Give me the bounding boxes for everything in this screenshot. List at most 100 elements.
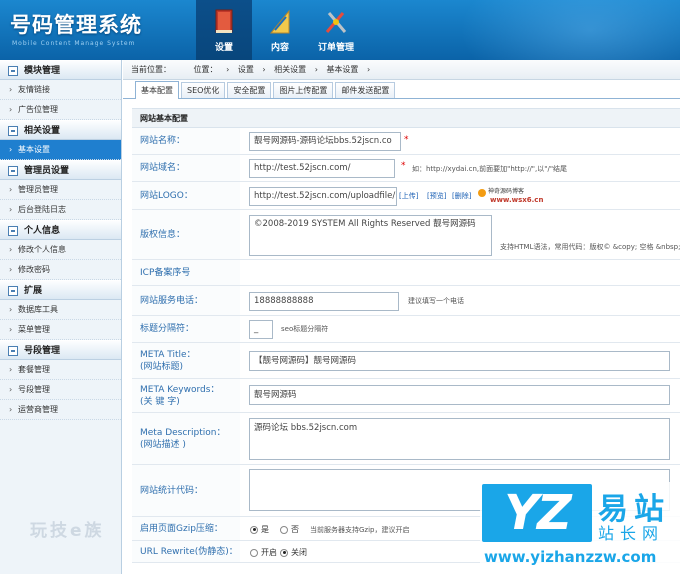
required-mark: *	[404, 135, 409, 145]
sidebar-group-profile[interactable]: 个人信息	[0, 220, 121, 240]
radio-dot-icon	[280, 548, 288, 557]
breadcrumb-item[interactable]: 相关设置	[274, 65, 306, 74]
breadcrumb-item[interactable]: 基本设置	[326, 65, 358, 74]
sidebar-item-login-log[interactable]: 后台登陆日志	[0, 200, 121, 220]
sidebar-item-menu-manage[interactable]: 菜单管理	[0, 320, 121, 340]
rewrite-on-radio[interactable]: 开启	[250, 547, 277, 558]
sidebar: 模块管理 友情链接 广告位管理 相关设置 基本设置 管理员设置 管理员管理 后台…	[0, 60, 122, 574]
collapse-icon	[8, 126, 18, 136]
app-title: 号码管理系统	[10, 13, 142, 37]
section-title: 网站基本配置	[132, 109, 680, 128]
breadcrumb-loc: 位置：	[193, 65, 218, 74]
radio-dot-icon	[250, 548, 258, 557]
preview-link[interactable]: [预览]	[427, 191, 446, 201]
meta-description-textarea[interactable]: 源码论坛 bbs.52jscn.com	[249, 418, 670, 460]
tab-mail[interactable]: 邮件发送配置	[335, 82, 396, 98]
breadcrumb-label: 当前位置：	[131, 65, 171, 74]
row-meta-title: META Title： (网站标题) 【靓号网源码】靓号网源码	[132, 343, 680, 379]
breadcrumb-sep: ›	[314, 65, 318, 74]
book-icon	[215, 9, 233, 33]
required-mark: *	[401, 161, 406, 171]
phone-hint: 建议填写一个电话	[408, 297, 464, 305]
sidebar-group-label: 个人信息	[24, 226, 61, 236]
sidebar-item-packages[interactable]: 套餐管理	[0, 360, 121, 380]
separator-label: 标题分隔符：	[132, 316, 240, 342]
row-meta-keywords: META Keywords： (关 键 字) 靓号网源码	[132, 379, 680, 413]
gzip-yes-radio[interactable]: 是	[250, 524, 269, 535]
stat-code-label: 网站统计代码：	[132, 465, 240, 516]
sidebar-item-database-tool[interactable]: 数据库工具	[0, 300, 121, 320]
sidebar-item-segments[interactable]: 号段管理	[0, 380, 121, 400]
site-name-input[interactable]: 靓号网源码-源码论坛bbs.52jscn.co	[249, 132, 401, 151]
meta-title-input[interactable]: 【靓号网源码】靓号网源码	[249, 351, 670, 371]
rewrite-off-radio[interactable]: 关闭	[280, 547, 307, 558]
nav-label: 设置	[214, 43, 233, 53]
sidebar-group-modules[interactable]: 模块管理	[0, 60, 121, 80]
watermark-logo-box: YZ	[482, 484, 592, 542]
breadcrumb-sep: ›	[366, 65, 371, 74]
tab-security[interactable]: 安全配置	[227, 82, 272, 98]
row-site-name: 网站名称： 靓号网源码-源码论坛bbs.52jscn.co *	[132, 128, 680, 155]
sidebar-item-links[interactable]: 友情链接	[0, 80, 121, 100]
sidebar-item-edit-profile[interactable]: 修改个人信息	[0, 240, 121, 260]
site-name-label: 网站名称：	[132, 128, 240, 154]
icp-label: ICP备案序号	[132, 260, 240, 285]
row-meta-description: Meta Description： (网站描述 ) 源码论坛 bbs.52jscn…	[132, 413, 680, 465]
meta-title-label: META Title： (网站标题)	[132, 343, 240, 378]
sidebar-item-change-password[interactable]: 修改密码	[0, 260, 121, 280]
phone-input[interactable]: 18888888888	[249, 292, 399, 311]
row-site-domain: 网站域名： http://test.52jscn.com/ * 如：http:/…	[132, 155, 680, 182]
ghost-watermark: 玩技e族	[30, 521, 105, 541]
phone-label: 网站服务电话：	[132, 286, 240, 315]
tools-icon	[325, 12, 347, 33]
breadcrumb-item[interactable]: 设置	[238, 65, 254, 74]
gzip-label: 启用页面Gzip压缩：	[132, 517, 240, 540]
logo-preview-text: 神奇源码博客	[488, 188, 525, 195]
row-separator: 标题分隔符： _ seo标题分隔符	[132, 316, 680, 343]
tab-seo[interactable]: SEO优化	[181, 82, 226, 98]
collapse-icon	[8, 286, 18, 296]
tab-basic[interactable]: 基本配置	[135, 81, 179, 99]
collapse-icon	[8, 346, 18, 356]
radio-dot-icon	[250, 525, 258, 534]
tab-image-upload[interactable]: 图片上传配置	[273, 82, 334, 98]
copyright-hint: 支持HTML语法，常用代码：版权© &copy; 空格 &nbsp;	[500, 243, 680, 251]
sidebar-group-extensions[interactable]: 扩展	[0, 280, 121, 300]
meta-keywords-input[interactable]: 靓号网源码	[249, 385, 670, 405]
collapse-icon	[8, 66, 18, 76]
rewrite-label: URL Rewrite(伪静态)：	[132, 541, 240, 562]
sidebar-item-basic-settings[interactable]: 基本设置	[0, 140, 121, 160]
sidebar-item-carriers[interactable]: 运营商管理	[0, 400, 121, 420]
nav-settings[interactable]: 设置	[196, 0, 252, 60]
app-header: 号码管理系统 Mobile Content Manage System 设置 内…	[0, 0, 680, 60]
sidebar-group-label: 扩展	[24, 286, 43, 296]
copyright-textarea[interactable]: ©2008-2019 SYSTEM All Rights Reserved 靓号…	[249, 215, 492, 256]
separator-input[interactable]: _	[249, 320, 273, 339]
row-copyright: 版权信息： ©2008-2019 SYSTEM All Rights Reser…	[132, 210, 680, 260]
sidebar-group-related-settings[interactable]: 相关设置	[0, 120, 121, 140]
header-glow	[460, 0, 680, 60]
gzip-hint: 当前服务器支持Gzip，建议开启	[310, 526, 410, 534]
breadcrumb: 当前位置： 位置： › 设置 › 相关设置 › 基本设置 ›	[123, 60, 680, 80]
watermark-letters: YZ	[504, 485, 572, 541]
top-nav: 设置 内容 订单管理	[196, 0, 364, 60]
site-logo-input[interactable]: http://test.52jscn.com/uploadfile/	[249, 187, 397, 206]
sidebar-group-label: 管理员设置	[24, 166, 70, 176]
watermark-brand-sub: 站长网	[598, 524, 665, 543]
nav-label: 订单管理	[317, 43, 354, 53]
upload-link[interactable]: [上传]	[399, 191, 418, 201]
sidebar-group-admin[interactable]: 管理员设置	[0, 160, 121, 180]
sidebar-item-ads[interactable]: 广告位管理	[0, 100, 121, 120]
collapse-icon	[8, 226, 18, 236]
sidebar-group-number-segments[interactable]: 号段管理	[0, 340, 121, 360]
sidebar-item-admin-manage[interactable]: 管理员管理	[0, 180, 121, 200]
row-phone: 网站服务电话： 18888888888 建议填写一个电话	[132, 286, 680, 316]
nav-content[interactable]: 内容	[252, 0, 308, 60]
delete-link[interactable]: [删除]	[452, 191, 471, 201]
nav-orders[interactable]: 订单管理	[308, 0, 364, 60]
site-domain-input[interactable]: http://test.52jscn.com/	[249, 159, 395, 178]
settings-tabs: 基本配置 SEO优化 安全配置 图片上传配置 邮件发送配置	[123, 80, 680, 99]
breadcrumb-sep: ›	[226, 65, 230, 74]
gzip-no-radio[interactable]: 否	[280, 524, 299, 535]
meta-keywords-label: META Keywords： (关 键 字)	[132, 379, 240, 412]
